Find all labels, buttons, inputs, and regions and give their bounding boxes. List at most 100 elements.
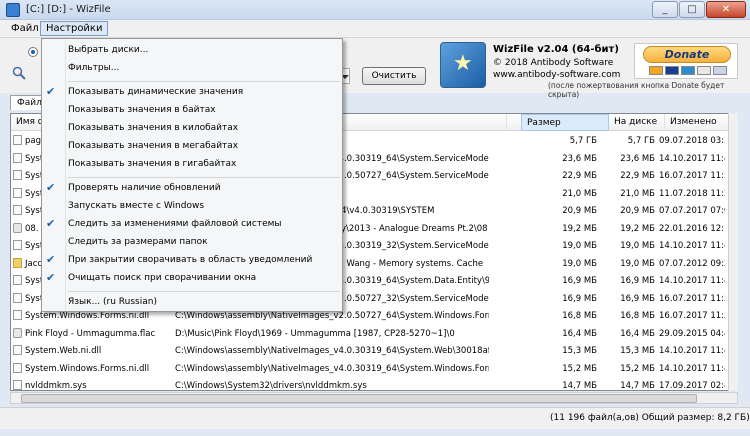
menu-separator (68, 291, 340, 292)
horizontal-scroll-thumb[interactable] (21, 394, 697, 403)
row-name: System.Windows.Forms.ni.dll (25, 311, 150, 321)
checkmark-icon: ✔ (46, 271, 56, 284)
settings-menu-item[interactable]: Следить за изменениями файловой системы (68, 219, 282, 229)
column-size[interactable]: Размер (521, 114, 609, 131)
row-path: C:\Windows\System32\drivers\nvlddmkm.sys (175, 381, 367, 391)
table-row[interactable]: System.Web.ni.dll C:\Windows\assembly\Nat… (11, 343, 725, 360)
bank-icon (713, 66, 727, 75)
settings-menu-item[interactable]: Очищать поиск при сворачивании окна (68, 273, 256, 283)
row-disk-size: 15,2 МБ (620, 363, 655, 374)
row-size: 14,7 МБ (562, 381, 597, 391)
file-icon (13, 275, 22, 285)
file-icon (13, 240, 22, 250)
clear-button[interactable]: Очистить (362, 67, 426, 85)
row-disk-size: 19,0 МБ (620, 258, 655, 269)
drive-radio[interactable] (28, 47, 38, 57)
horizontal-scrollbar[interactable] (10, 392, 738, 404)
settings-menu-item[interactable]: Показывать значения в байтах (68, 105, 216, 115)
row-size: 19,2 МБ (562, 223, 597, 234)
visa-icon (665, 66, 679, 75)
close-button[interactable]: ✕ (706, 1, 746, 18)
row-disk-size: 16,4 МБ (620, 328, 655, 339)
menu-file[interactable]: Файл (6, 22, 44, 35)
menu-settings[interactable]: Настройки (40, 21, 109, 36)
table-row[interactable]: Pink Floyd - Ummagumma.flac D:\Music\Pink… (11, 326, 725, 343)
checkmark-icon: ✔ (46, 85, 56, 98)
settings-menu-item[interactable]: Язык... (ru Russian) (68, 297, 157, 307)
settings-menu-item[interactable]: Проверять наличие обновлений (68, 183, 221, 193)
copyright: © 2018 Antibody Software (493, 58, 614, 68)
wizfile-logo (440, 42, 486, 88)
row-modified: 11.07.2018 11:2 (659, 188, 725, 199)
row-modified: 09.07.2018 03:3 (659, 136, 725, 146)
row-modified: 14.10.2017 11:4 (659, 153, 725, 164)
row-modified: 17.09.2017 02:4 (659, 381, 725, 391)
menu-separator (68, 177, 340, 178)
settings-menu-item[interactable]: Выбрать диски... (68, 45, 148, 55)
menu-bar: Файл Настройки (0, 20, 750, 38)
vertical-scrollbar[interactable] (728, 113, 738, 391)
row-disk-size: 15,3 МБ (620, 346, 655, 356)
row-size: 20,9 МБ (562, 206, 597, 216)
status-summary: (11 196 файл(а,ов) Общий размер: 8,2 ГБ) (550, 413, 750, 423)
settings-menu: Выбрать диски... Фильтры... Показывать дин… (41, 38, 343, 312)
table-row[interactable]: System.Windows.Forms.ni.dll C:\Windows\as… (11, 361, 725, 378)
checkmark-icon: ✔ (46, 181, 56, 194)
row-disk-size: 19,2 МБ (620, 223, 655, 234)
settings-menu-item[interactable]: Показывать значения в килобайтах (68, 123, 238, 133)
file-icon (13, 205, 22, 215)
row-size: 15,3 МБ (562, 346, 597, 356)
settings-menu-item[interactable]: Следить за размерами папок (68, 237, 208, 247)
column-on-disk[interactable]: На диске (609, 114, 665, 131)
settings-menu-item[interactable]: Показывать значения в мегабайтах (68, 141, 238, 151)
row-name: System.Web.ni.dll (25, 346, 102, 356)
folder-icon (13, 257, 22, 268)
website-link[interactable]: www.antibody-software.com (493, 70, 620, 80)
checkmark-icon: ✔ (46, 217, 56, 230)
row-name: System.Windows.Forms.ni.dll (25, 363, 150, 374)
row-modified: 16.07.2017 11:5 (659, 293, 725, 304)
row-size: 15,2 МБ (562, 363, 597, 374)
row-modified: 14.10.2017 11:4 (659, 363, 725, 374)
settings-menu-item[interactable]: Фильтры... (68, 63, 119, 73)
title-bar: [C:] [D:] - WizFile _ □ ✕ (0, 0, 750, 20)
row-modified: 29.09.2015 04:4 (659, 328, 725, 339)
audio-file-icon (13, 222, 22, 233)
row-disk-size: 23,6 МБ (620, 153, 655, 164)
row-modified: 14.10.2017 11:4 (659, 276, 725, 286)
row-disk-size: 22,9 МБ (620, 171, 655, 181)
maximize-button[interactable]: □ (679, 1, 705, 18)
menu-gutter (65, 40, 66, 310)
file-icon (13, 310, 22, 320)
donate-button[interactable]: Donate (643, 46, 731, 63)
file-icon (13, 292, 22, 303)
settings-menu-item[interactable]: Показывать значения в гигабайтах (68, 159, 236, 169)
row-disk-size: 16,8 МБ (620, 311, 655, 321)
settings-menu-item[interactable]: При закрытии сворачивать в область уведо… (68, 255, 312, 265)
row-size: 19,0 МБ (562, 258, 597, 269)
row-name: Pink Floyd - Ummagumma.flac (25, 328, 156, 339)
settings-menu-item[interactable]: Запускать вместе с Windows (68, 201, 204, 211)
audio-file-icon (13, 327, 22, 338)
minimize-button[interactable]: _ (652, 1, 678, 18)
row-modified: 16.07.2017 11:5 (659, 311, 725, 321)
row-disk-size: 16,9 МБ (620, 276, 655, 286)
table-row[interactable]: nvlddmkm.sys C:\Windows\System32\drivers\… (11, 378, 725, 391)
row-disk-size: 21,0 МБ (620, 188, 655, 199)
file-icon (13, 170, 22, 180)
payment-cards (649, 66, 729, 76)
row-path: C:\Windows\assembly\NativeImages_v4.0.30… (175, 363, 489, 374)
row-size: 16,9 МБ (562, 293, 597, 304)
menu-separator (68, 81, 340, 82)
amex-icon (681, 66, 695, 75)
row-disk-size: 14,7 МБ (620, 381, 655, 391)
row-size: 16,4 МБ (562, 328, 597, 339)
file-icon (13, 362, 22, 373)
row-modified: 14.10.2017 11:4 (659, 241, 725, 251)
settings-menu-item[interactable]: Показывать динамические значения (68, 87, 243, 97)
row-disk-size: 19,0 МБ (620, 241, 655, 251)
row-size: 21,0 МБ (562, 188, 597, 199)
row-size: 23,6 МБ (562, 153, 597, 164)
checkmark-icon: ✔ (46, 253, 56, 266)
discover-icon (697, 66, 711, 75)
